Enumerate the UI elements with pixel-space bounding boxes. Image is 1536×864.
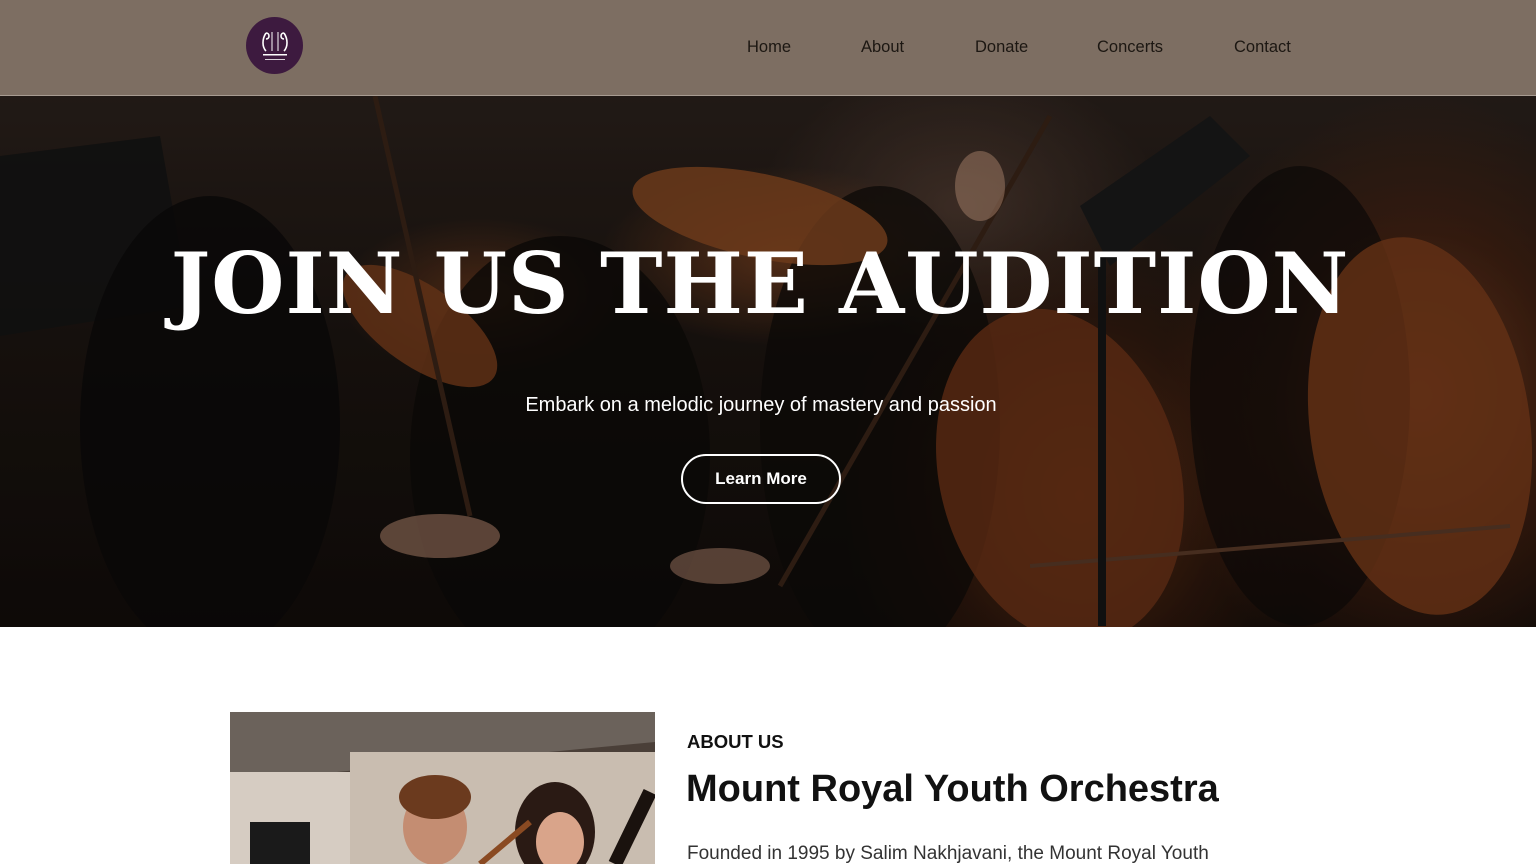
nav-about[interactable]: About [861,36,904,58]
about-image [230,712,655,864]
nav-home[interactable]: Home [747,36,791,58]
about-description: Founded in 1995 by Salim Nakhjavani, the… [687,843,1209,864]
violin-scroll-logo-icon [261,31,288,60]
hero-title: JOIN US THE AUDITION [170,234,1350,333]
learn-more-button[interactable]: Learn More [681,454,841,504]
about-heading: Mount Royal Youth Orchestra [686,768,1219,810]
about-kicker: ABOUT US [687,731,784,752]
nav-donate[interactable]: Donate [975,36,1028,58]
hero-banner: JOIN US THE AUDITION Embark on a melodic… [0,96,1536,627]
nav-concerts[interactable]: Concerts [1097,36,1163,58]
young-violinists-performing-photo [230,712,655,864]
hero-subtitle: Embark on a melodic journey of mastery a… [525,394,997,416]
orchestra-logo[interactable] [246,17,303,74]
nav-contact[interactable]: Contact [1234,36,1291,58]
site-header: Home About Donate Concerts Contact [0,0,1536,96]
hero-overlay [0,96,1536,627]
